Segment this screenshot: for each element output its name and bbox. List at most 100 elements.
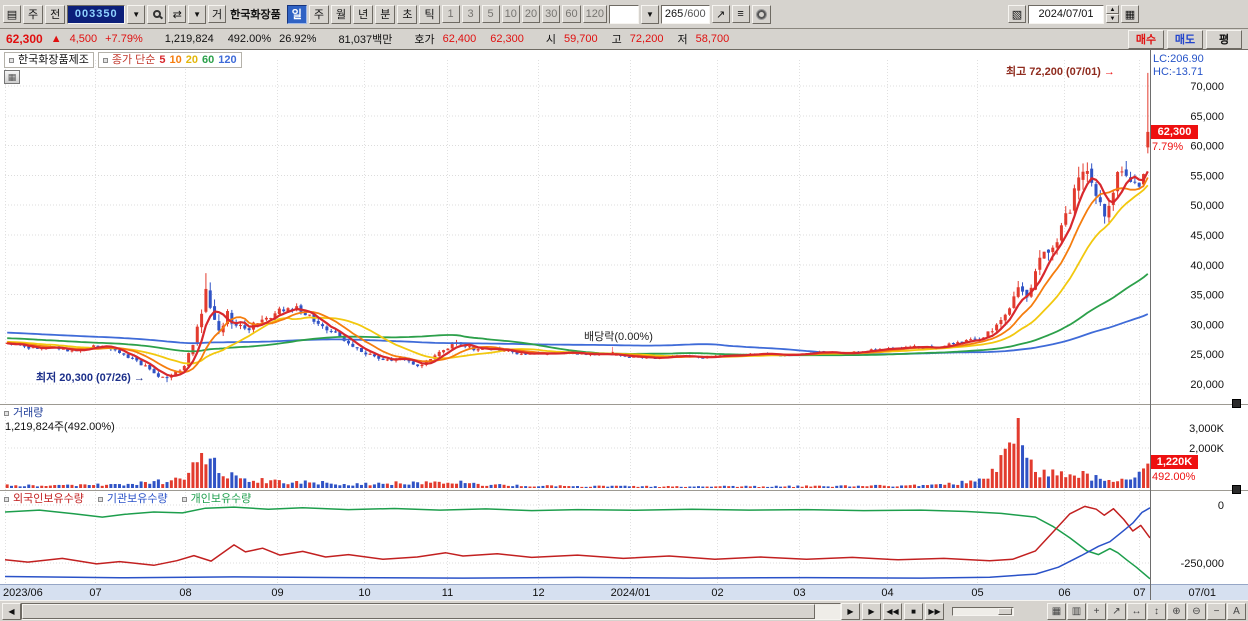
svg-text:70,000: 70,000 [1190, 81, 1224, 93]
stock-legend-box: 한국화장품제조 [4, 52, 94, 68]
trade-amount: 81,037백만 [338, 34, 393, 46]
minute-1-button[interactable]: 1 [441, 5, 460, 23]
date-spin-up-icon[interactable]: ▲ [1106, 5, 1119, 14]
scrollbar-thumb[interactable] [22, 603, 816, 619]
svg-text:40,000: 40,000 [1190, 260, 1224, 272]
fast-forward-button[interactable]: ▶▶ [925, 602, 944, 620]
minute-120-button[interactable]: 120 [582, 5, 607, 23]
gear-icon [756, 9, 766, 19]
volume-value: 1,219,824 [164, 33, 214, 45]
institution-legend-bullet-icon [97, 497, 103, 502]
expand-vertical-icon[interactable]: ↕ [1147, 602, 1166, 620]
speed-slider[interactable] [952, 606, 1014, 616]
svg-text:30,000: 30,000 [1190, 319, 1224, 331]
stock-legend-label: 한국화장품제조 [18, 53, 89, 66]
unit-tick-button[interactable]: 틱 [419, 4, 440, 24]
period-month-button[interactable]: 월 [330, 4, 352, 24]
minute-20-button[interactable]: 20 [521, 5, 541, 23]
trendline-icon[interactable]: ↗ [1107, 602, 1126, 620]
volume-legend-bullet-icon [4, 411, 9, 416]
expand-horizontal-icon[interactable]: ↔ [1127, 602, 1146, 620]
interval-dropdown-icon[interactable]: ▼ [640, 4, 659, 24]
svg-text:12: 12 [532, 587, 544, 599]
minute-10-button[interactable]: 10 [501, 5, 520, 23]
minute-5-button[interactable]: 5 [481, 5, 500, 23]
period-day-button[interactable]: 일 [286, 4, 307, 24]
svg-text:02: 02 [711, 587, 723, 599]
hoga-label: 호가 [414, 34, 435, 46]
ma120-label: 120 [218, 53, 237, 66]
play-button[interactable]: ▶ [862, 602, 881, 620]
date-spin-down-icon[interactable]: ▼ [1106, 14, 1119, 23]
search-button[interactable] [147, 4, 167, 24]
avg-button[interactable]: 평 [1206, 29, 1242, 49]
date-spinner: ▲ ▼ [1106, 5, 1119, 23]
volume-panel-title: 거래량 [13, 407, 44, 419]
stock-type-button[interactable]: 주 [23, 4, 44, 24]
bid-price: 62,300 [490, 33, 524, 45]
period-week-button[interactable]: 주 [308, 4, 329, 24]
screen-layout-icon[interactable]: ▧ [1008, 5, 1026, 23]
quote-info-bar: 62,300 ▲ 4,500 +7.79% 1,219,824 492.00% … [0, 29, 1248, 50]
buy-button[interactable]: 매수 [1128, 29, 1164, 49]
annotation-a-button[interactable]: A [1227, 602, 1246, 620]
svg-text:25,000: 25,000 [1190, 349, 1224, 361]
tool-dropdown-icon[interactable]: ▼ [188, 4, 207, 24]
svg-text:08: 08 [179, 587, 191, 599]
legend-bullet-icon [9, 57, 14, 63]
rewind-button[interactable]: ◀◀ [883, 602, 902, 620]
holdings-panel-toggle-button[interactable] [1232, 485, 1241, 494]
candle-count-box[interactable]: 265/600 [660, 4, 710, 24]
foreign-holdings-legend: 외국인보유수량 [4, 493, 84, 506]
sell-button[interactable]: 매도 [1167, 29, 1203, 49]
low-price: 58,700 [695, 33, 730, 45]
volume-panel-toggle-button[interactable] [1232, 399, 1241, 408]
volume-badge: 1,220K [1151, 455, 1198, 469]
period-year-button[interactable]: 년 [353, 4, 374, 24]
interval-combo[interactable] [608, 4, 639, 24]
unit-minute-button[interactable]: 분 [375, 4, 396, 24]
open-label: 시 [545, 34, 557, 46]
minus-button[interactable]: − [1207, 602, 1226, 620]
code-dropdown-icon[interactable]: ▼ [127, 4, 146, 24]
svg-text:50,000: 50,000 [1190, 200, 1224, 212]
draw-tools-icon[interactable]: ↗ [711, 5, 730, 23]
chart-grid-tool-icon[interactable]: ▦ [4, 70, 20, 84]
prev-stock-button[interactable]: 전 [45, 4, 66, 24]
crosshair-icon[interactable]: + [1087, 602, 1106, 620]
stop-button[interactable]: ■ [904, 602, 923, 620]
svg-text:2,000K: 2,000K [1189, 443, 1225, 455]
minute-30-button[interactable]: 30 [542, 5, 561, 23]
stock-code-input[interactable]: 003350 [67, 4, 126, 24]
minute-3-button[interactable]: 3 [461, 5, 480, 23]
scroll-right-icon[interactable]: ▶ [841, 602, 860, 620]
window-menu-icon[interactable]: ▤ [3, 5, 21, 23]
unit-second-button[interactable]: 초 [397, 4, 418, 24]
scrollbar-track[interactable] [21, 602, 841, 620]
panes-icon[interactable]: ▥ [1067, 602, 1086, 620]
calendar-icon[interactable]: ▦ [1121, 5, 1139, 23]
svg-text:2024/01: 2024/01 [611, 587, 651, 599]
bottom-bar: ◀ ▶ ▶ ◀◀ ■ ▶▶ ▦ ▥ + ↗ ↔ ↕ ⊕ ⊖ − A [0, 600, 1248, 621]
speed-slider-thumb[interactable] [998, 607, 1012, 615]
grid-icon[interactable]: ▦ [1047, 602, 1066, 620]
indicator-icon[interactable]: ≡ [731, 5, 750, 23]
current-price-badge: 62,300 [1151, 125, 1198, 139]
scroll-left-icon[interactable]: ◀ [2, 602, 21, 620]
svg-text:06: 06 [1058, 587, 1070, 599]
up-arrow-icon: ▲ [50, 33, 62, 45]
individual-legend-bullet-icon [181, 497, 187, 502]
ma-legend-box: 종가 단순 5 10 20 60 120 [97, 52, 242, 68]
ticker-prefix-toggle[interactable]: 거 [208, 5, 227, 23]
minute-60-button[interactable]: 60 [562, 5, 581, 23]
chart-canvas[interactable]: 70,000 65,000 60,000 55,000 50,000 45,000 40,0… [0, 50, 1248, 600]
low-label: 저 [677, 34, 688, 46]
settings-button[interactable] [751, 4, 771, 24]
compare-tool-icon[interactable]: ⇄ [168, 5, 187, 23]
institution-holdings-label: 기관보유수량 [106, 493, 168, 505]
zoom-out-icon[interactable]: ⊖ [1187, 602, 1206, 620]
svg-text:45,000: 45,000 [1190, 230, 1224, 242]
svg-text:07: 07 [1133, 587, 1145, 599]
date-input[interactable]: 2024/07/01 [1028, 4, 1104, 24]
zoom-in-icon[interactable]: ⊕ [1167, 602, 1186, 620]
